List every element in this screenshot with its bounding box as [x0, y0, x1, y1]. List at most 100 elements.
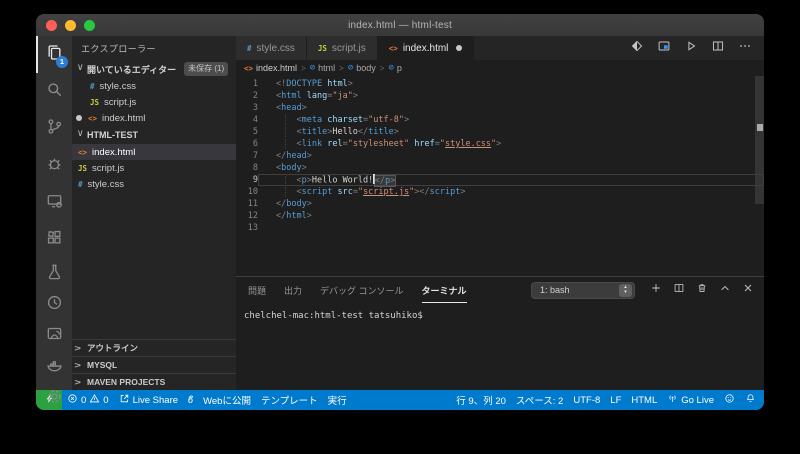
run-status[interactable]: 実行: [323, 390, 352, 410]
debug-icon: [45, 154, 64, 178]
activity-docker[interactable]: [36, 351, 72, 382]
html-file-icon: <>: [244, 64, 253, 73]
activity-extensions[interactable]: [36, 221, 72, 258]
open-editor-script-js[interactable]: JS script.js: [72, 94, 236, 110]
encoding-status[interactable]: UTF-8: [568, 390, 605, 410]
panel-tab-terminal[interactable]: ターミナル: [422, 277, 467, 303]
preview-browser-icon[interactable]: [657, 39, 671, 58]
chevron-right-icon: >: [74, 344, 85, 353]
section-maven-projects[interactable]: > MAVEN PROJECTS: [72, 373, 236, 390]
extensions-icon: [45, 228, 64, 252]
activity-settings[interactable]: [36, 382, 72, 410]
code-editor[interactable]: 1<!DOCTYPE html>2<html lang="ja">3<head>…: [236, 76, 764, 276]
code-line-9[interactable]: 9 <p>Hello World!</p>: [236, 174, 764, 186]
kill-terminal-icon[interactable]: [696, 281, 708, 299]
panel-tab-debug-console[interactable]: デバッグ コンソール: [320, 277, 404, 303]
section-outline[interactable]: > アウトライン: [72, 339, 236, 356]
language-status[interactable]: HTML: [626, 390, 662, 410]
zoom-window-button[interactable]: [84, 20, 95, 31]
share-icon: [119, 393, 130, 407]
activity-test[interactable]: [36, 258, 72, 289]
symbol-icon: ⊘: [388, 63, 393, 73]
line-number: 2: [236, 90, 258, 102]
bottom-panel: 問題 出力 デバッグ コンソール ターミナル 1: bash ▴▾: [236, 276, 764, 390]
tab-script-js[interactable]: JS script.js: [307, 36, 378, 60]
run-code-icon[interactable]: [684, 39, 698, 58]
terminal[interactable]: chelchel-mac:html-test tatsuhiko$: [236, 303, 764, 390]
js-file-icon: JS: [78, 164, 87, 173]
split-editor-icon[interactable]: [711, 39, 725, 58]
panel-tab-problems[interactable]: 問題: [248, 277, 266, 303]
activity-remote-explorer[interactable]: [36, 184, 72, 221]
eol-status[interactable]: LF: [605, 390, 626, 410]
activity-source-control[interactable]: [36, 110, 72, 147]
template-status[interactable]: テンプレート: [256, 390, 323, 410]
test-beaker-icon: [45, 262, 64, 286]
open-editor-style-css[interactable]: # style.css: [72, 78, 236, 94]
breadcrumb-html[interactable]: ⊘ html: [310, 63, 335, 73]
breadcrumb-p[interactable]: ⊘ p: [388, 63, 401, 73]
broadcast-icon: [667, 393, 678, 407]
line-number: 10: [236, 186, 258, 198]
activity-run-history[interactable]: [36, 289, 72, 320]
code-line-13[interactable]: 13: [236, 222, 764, 234]
panel-tab-output[interactable]: 出力: [284, 277, 302, 303]
split-terminal-icon[interactable]: [673, 281, 685, 299]
css-file-icon: #: [247, 44, 252, 53]
minimize-window-button[interactable]: [65, 20, 76, 31]
code-line-10[interactable]: 10 <script src="script.js"></script>: [236, 186, 764, 198]
close-window-button[interactable]: [46, 20, 57, 31]
css-file-icon: #: [90, 82, 95, 91]
tab-style-css[interactable]: # style.css: [236, 36, 307, 60]
html-file-icon: <>: [88, 114, 97, 123]
activity-explorer[interactable]: 1: [36, 36, 72, 73]
line-number: 12: [236, 210, 258, 222]
indentation-status[interactable]: スペース: 2: [511, 390, 568, 410]
code-line-3[interactable]: 3<head>: [236, 102, 764, 114]
code-line-7[interactable]: 7</head>: [236, 150, 764, 162]
file-style-css[interactable]: # style.css: [72, 176, 236, 192]
chevron-right-icon: >: [74, 378, 85, 387]
line-number: 13: [236, 222, 258, 234]
traffic-lights: [46, 14, 95, 36]
tab-index-html[interactable]: <> index.html: [378, 36, 475, 60]
new-terminal-icon[interactable]: [650, 281, 662, 299]
code-line-1[interactable]: 1<!DOCTYPE html>: [236, 78, 764, 90]
section-mysql[interactable]: > MYSQL: [72, 356, 236, 373]
line-number: 8: [236, 162, 258, 174]
code-line-8[interactable]: 8<body>: [236, 162, 764, 174]
feedback-status[interactable]: [719, 390, 740, 410]
cursor-position-status[interactable]: 行 9、列 20: [451, 390, 511, 410]
maximize-panel-icon[interactable]: [719, 281, 731, 299]
breadcrumb-body[interactable]: ⊘ body: [348, 63, 376, 73]
more-actions-icon[interactable]: [738, 39, 752, 58]
docker-icon: [45, 355, 64, 379]
publish-web-status[interactable]: Webに公開: [198, 390, 256, 410]
open-editor-index-html[interactable]: <> index.html: [72, 110, 236, 126]
file-script-js[interactable]: JS script.js: [72, 160, 236, 176]
activity-search[interactable]: [36, 73, 72, 110]
line-number: 7: [236, 150, 258, 162]
notifications-status[interactable]: [740, 390, 761, 410]
activity-debug[interactable]: [36, 147, 72, 184]
format-diamond-icon[interactable]: [630, 39, 644, 58]
code-line-12[interactable]: 12</html>: [236, 210, 764, 222]
shell-select[interactable]: 1: bash ▴▾: [531, 282, 635, 299]
code-line-5[interactable]: 5 <title>Hello</title>: [236, 126, 764, 138]
code-line-2[interactable]: 2<html lang="ja">: [236, 90, 764, 102]
modified-dot: [456, 45, 462, 51]
go-live-status[interactable]: Go Live: [662, 390, 719, 410]
code-line-11[interactable]: 11</body>: [236, 198, 764, 210]
beta-status[interactable]: ϐ: [183, 390, 198, 410]
close-panel-icon[interactable]: [742, 281, 754, 299]
breadcrumb-file[interactable]: <> index.html: [244, 63, 297, 73]
search-icon: [45, 80, 64, 104]
folder-header[interactable]: > HTML-TEST: [72, 126, 236, 144]
file-index-html[interactable]: <> index.html: [72, 144, 236, 160]
open-editors-header[interactable]: > 開いているエディター 未保存 (1): [72, 60, 236, 78]
activity-live-share[interactable]: [36, 320, 72, 351]
symbol-icon: ⊘: [348, 63, 353, 73]
code-line-4[interactable]: 4 <meta charset="utf-8">: [236, 114, 764, 126]
code-line-6[interactable]: 6 <link rel="stylesheet" href="style.css…: [236, 138, 764, 150]
live-share-status[interactable]: Live Share: [114, 390, 183, 410]
